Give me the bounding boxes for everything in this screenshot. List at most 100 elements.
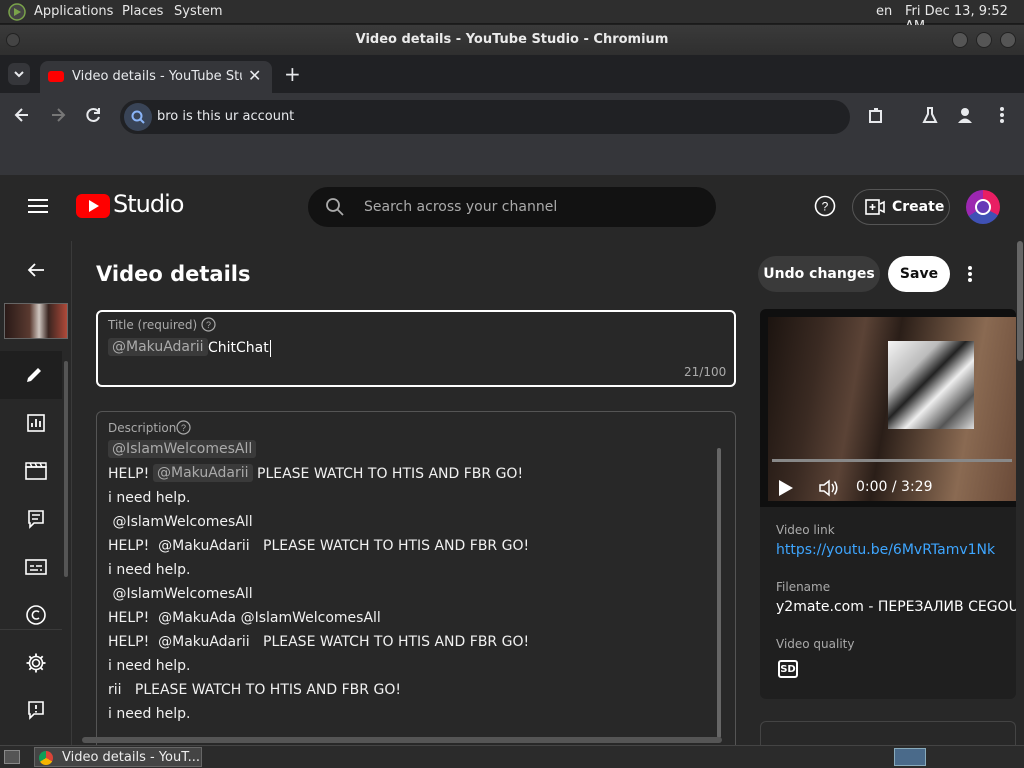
title-field[interactable]: Title (required) ? @MakuAdarii ChitChat … <box>96 310 736 387</box>
nav-details-active[interactable] <box>0 351 62 399</box>
horizontal-scrollbar[interactable] <box>82 737 722 743</box>
create-label: Create <box>892 199 945 215</box>
description-line: HELP! @MakuAdarii PLEASE WATCH TO HTIS A… <box>108 634 530 650</box>
window-menu-icon[interactable] <box>6 33 20 47</box>
search-magnifier-icon <box>325 197 345 221</box>
description-help-icon[interactable]: ? <box>176 420 191 439</box>
comments-icon[interactable] <box>24 507 48 531</box>
next-card <box>760 721 1016 745</box>
tab-strip: Video details - YouTube Stud ✕ + <box>0 55 1024 93</box>
description-line-please: PLEASE WATCH TO HTIS AND FBR GO! <box>257 466 524 482</box>
tab-search-chevron-icon[interactable] <box>8 63 30 85</box>
reload-icon[interactable] <box>84 105 104 129</box>
subtitles-icon[interactable] <box>24 555 48 579</box>
tab-video-details[interactable]: Video details - YouTube Stud ✕ <box>40 61 272 93</box>
show-desktop-icon[interactable] <box>4 750 20 764</box>
forward-icon[interactable] <box>48 105 68 129</box>
pencil-icon <box>24 365 44 389</box>
more-options-icon[interactable] <box>960 264 980 288</box>
analytics-icon[interactable] <box>24 411 48 435</box>
description-mention-chip-2[interactable]: @MakuAdarii <box>153 464 253 482</box>
video-preview-card: 0:00 / 3:29 Video link https://youtu.be/… <box>760 309 1016 699</box>
channel-search-box[interactable]: Search across your channel <box>308 187 716 227</box>
play-icon[interactable] <box>778 479 794 501</box>
description-line: rii PLEASE WATCH TO HTIS AND FBR GO! <box>108 682 401 698</box>
video-player[interactable]: 0:00 / 3:29 <box>760 309 1016 507</box>
filename-value: y2mate.com - ПЕРЕЗАЛИВ CEGOU_ <box>776 599 1016 615</box>
applications-menu[interactable]: Applications <box>34 4 113 19</box>
youtube-favicon-icon <box>48 71 64 82</box>
omnibox-text: bro is this ur account <box>157 109 295 124</box>
places-menu[interactable]: Places <box>122 4 163 19</box>
undo-changes-button[interactable]: Undo changes <box>758 256 880 292</box>
title-field-label: Title (required) <box>108 318 198 332</box>
window-titlebar[interactable]: Video details - YouTube Studio - Chromiu… <box>0 25 1024 55</box>
copyright-icon[interactable] <box>24 603 48 627</box>
description-scrollbar[interactable] <box>717 448 721 738</box>
description-line-help: HELP! <box>108 466 150 482</box>
omnibox[interactable]: bro is this ur account <box>120 100 850 134</box>
description-line: i need help. <box>108 658 191 674</box>
extensions-icon[interactable] <box>866 105 886 129</box>
hamburger-menu-icon[interactable] <box>28 198 48 218</box>
help-icon[interactable]: ? <box>814 195 836 221</box>
description-mention-chip[interactable]: @IslamWelcomesAll <box>108 440 257 458</box>
browser-menu-icon[interactable] <box>992 105 1012 129</box>
close-tab-icon[interactable]: ✕ <box>248 66 261 85</box>
back-icon[interactable] <box>12 105 32 129</box>
editor-clapper-icon[interactable] <box>24 459 48 483</box>
svg-text:?: ? <box>822 200 829 214</box>
page-scrollbar[interactable] <box>1017 241 1023 361</box>
svg-text:?: ? <box>206 320 211 330</box>
new-tab-icon[interactable]: + <box>284 62 301 86</box>
back-arrow-icon[interactable] <box>24 258 48 282</box>
description-label: Description <box>108 421 177 435</box>
sidebar-scrollbar[interactable] <box>64 361 68 577</box>
maximize-button[interactable] <box>976 32 992 48</box>
create-video-icon <box>865 199 885 219</box>
title-help-icon[interactable]: ? <box>201 317 216 336</box>
save-button[interactable]: Save <box>888 256 950 292</box>
sd-quality-badge: SD <box>778 660 798 678</box>
os-top-panel: Applications Places System en Fri Dec 13… <box>0 0 1024 34</box>
feedback-icon[interactable] <box>24 698 48 722</box>
video-frame-artwork <box>888 341 974 429</box>
video-link[interactable]: https://youtu.be/6MvRTamv1Nk <box>776 542 995 558</box>
keyboard-layout[interactable]: en <box>876 4 892 19</box>
video-link-label: Video link <box>776 523 835 537</box>
description-line: @IslamWelcomesAll <box>108 514 253 530</box>
taskbar-window-button[interactable]: Video details - YouT... <box>34 747 202 767</box>
volume-icon[interactable] <box>818 478 840 502</box>
settings-gear-icon[interactable] <box>24 651 48 675</box>
apps-menu-icon[interactable] <box>8 3 26 25</box>
channel-avatar[interactable] <box>966 190 1000 224</box>
description-line: i need help. <box>108 562 191 578</box>
minimize-button[interactable] <box>952 32 968 48</box>
sidebar-divider <box>0 629 62 630</box>
video-progress-bar[interactable] <box>772 459 1012 462</box>
close-window-button[interactable] <box>1000 32 1016 48</box>
studio-logo-text: Studio <box>113 190 184 218</box>
description-line: @IslamWelcomesAll <box>108 586 253 602</box>
left-sidebar <box>0 241 72 745</box>
title-text: ChitChat <box>208 340 269 356</box>
search-icon <box>124 103 152 131</box>
profile-icon[interactable] <box>955 105 975 129</box>
labs-flask-icon[interactable] <box>920 105 940 129</box>
taskbar-window-label: Video details - YouT... <box>62 750 201 765</box>
video-thumbnail-small[interactable] <box>4 303 68 339</box>
video-timestamp: 0:00 / 3:29 <box>856 479 933 495</box>
description-line: i need help. <box>108 490 191 506</box>
filename-label: Filename <box>776 580 831 594</box>
youtube-logo-icon[interactable] <box>76 194 110 222</box>
text-cursor <box>270 340 271 357</box>
tab-title: Video details - YouTube Stud <box>72 69 242 84</box>
workspace-switcher[interactable] <box>894 748 926 766</box>
video-quality-label: Video quality <box>776 637 855 651</box>
svg-text:?: ? <box>181 423 186 433</box>
create-button[interactable]: Create <box>852 189 950 225</box>
taskbar: Video details - YouT... <box>0 745 1024 768</box>
title-mention-chip[interactable]: @MakuAdarii <box>108 338 208 356</box>
search-placeholder: Search across your channel <box>364 199 558 215</box>
system-menu[interactable]: System <box>174 4 222 19</box>
